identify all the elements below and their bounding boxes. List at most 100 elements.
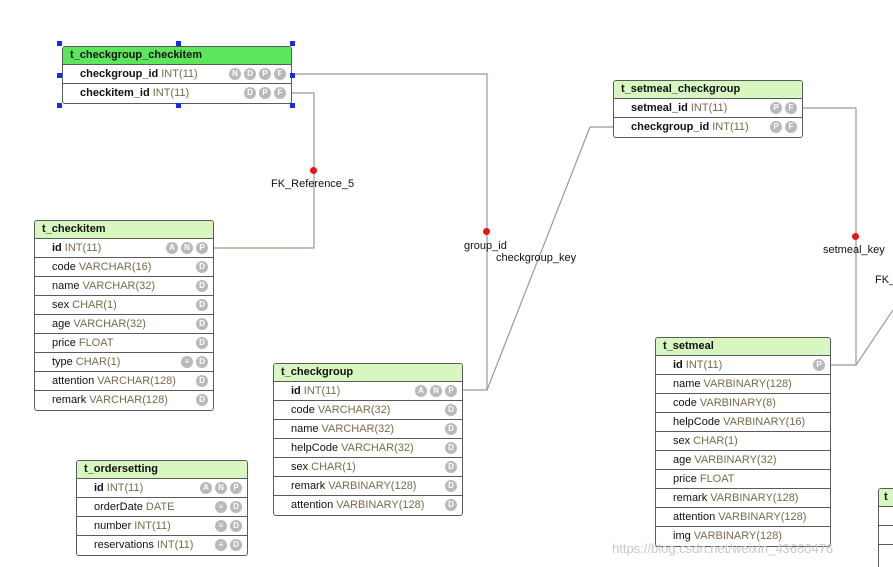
table-row[interactable]: remark VARCHAR(128) D bbox=[35, 391, 213, 410]
table-row[interactable]: price FLOAT bbox=[656, 470, 830, 489]
table-checkgroup-checkitem[interactable]: t_checkgroup_checkitem checkgroup_id INT(… bbox=[62, 46, 292, 104]
connector-partial[interactable] bbox=[855, 309, 893, 366]
table-row[interactable]: age VARBINARY(32) bbox=[656, 451, 830, 470]
flag-badge-icon: N bbox=[181, 242, 193, 254]
table-row[interactable]: code VARBINARY(8) bbox=[656, 394, 830, 413]
flag-badge-icon: D bbox=[196, 318, 208, 330]
column-name: age bbox=[673, 454, 692, 466]
table-row[interactable]: price FLOAT D bbox=[35, 334, 213, 353]
flag-badge-icon: F bbox=[785, 121, 797, 133]
table-checkitem[interactable]: t_checkitem id INT(11) A N Pcode VARCHAR(16) D… bbox=[34, 220, 214, 411]
column-name: reservations bbox=[94, 539, 154, 551]
selection-handle[interactable] bbox=[57, 103, 62, 108]
column-flags: PF bbox=[767, 118, 797, 136]
table-row[interactable]: remark VARBINARY(128) bbox=[656, 489, 830, 508]
table-row[interactable]: name VARCHAR(32) D bbox=[35, 277, 213, 296]
selection-handle[interactable] bbox=[57, 41, 62, 46]
table-row[interactable]: sex CHAR(1) D bbox=[35, 296, 213, 315]
column-name: sex bbox=[52, 299, 70, 311]
column-name: remark bbox=[291, 480, 326, 492]
table-row[interactable]: id INT(11) A N P bbox=[77, 479, 247, 498]
relation-label-partial[interactable]: FK_ bbox=[875, 274, 893, 286]
table-row[interactable]: name VARCHAR(32) D bbox=[274, 420, 462, 439]
table-row[interactable]: remark VARBINARY(128) D bbox=[274, 477, 462, 496]
column-name: id bbox=[52, 242, 62, 254]
table-row[interactable]: code VARCHAR(16) D bbox=[35, 258, 213, 277]
table-title: t_checkgroup_checkitem bbox=[63, 47, 291, 65]
table-row[interactable]: helpCode VARCHAR(32) D bbox=[274, 439, 462, 458]
selection-handle[interactable] bbox=[176, 103, 181, 108]
table-row[interactable]: reservations INT(11) ≡ D bbox=[77, 536, 247, 555]
reference-dot[interactable] bbox=[852, 233, 859, 240]
column-name: sex bbox=[291, 461, 309, 473]
table-row[interactable]: id INT(11) A N P bbox=[35, 239, 213, 258]
table-partial[interactable]: t bbox=[878, 488, 893, 567]
table-row[interactable]: age VARCHAR(32) D bbox=[35, 315, 213, 334]
table-row[interactable]: attention VARCHAR(128) D bbox=[35, 372, 213, 391]
column-type: CHAR(1) bbox=[75, 356, 121, 368]
table-setmeal-checkgroup[interactable]: t_setmeal_checkgroup setmeal_id INT(11) P F… bbox=[613, 80, 803, 138]
column-name: name bbox=[52, 280, 80, 292]
column-name: checkgroup_id bbox=[631, 121, 710, 133]
table-checkgroup[interactable]: t_checkgroup id INT(11) A N Pcode VARCHAR(32)… bbox=[273, 363, 463, 516]
connector-fk-reference-5[interactable] bbox=[213, 92, 315, 249]
connector-group-id[interactable] bbox=[291, 73, 488, 391]
table-row[interactable]: checkgroup_id INT(11) N D P F bbox=[63, 65, 291, 84]
table-row[interactable] bbox=[879, 507, 893, 526]
flag-badge-icon: D bbox=[445, 423, 457, 435]
relation-label-checkgroup-key[interactable]: checkgroup_key bbox=[496, 252, 576, 264]
selection-handle[interactable] bbox=[176, 41, 181, 46]
table-row[interactable]: number INT(11) ≡ D bbox=[77, 517, 247, 536]
column-type: INT(11) bbox=[106, 482, 144, 494]
table-row[interactable]: id INT(11) P bbox=[656, 356, 830, 375]
reference-dot[interactable] bbox=[483, 228, 490, 235]
relation-label-group-id[interactable]: group_id bbox=[464, 240, 507, 252]
selection-handle[interactable] bbox=[57, 73, 62, 78]
column-name: attention bbox=[291, 499, 334, 511]
selection-handle[interactable] bbox=[290, 103, 295, 108]
column-type: INT(11) bbox=[161, 68, 198, 80]
table-row[interactable]: checkgroup_id INT(11) P F bbox=[614, 118, 802, 137]
table-ordersetting[interactable]: t_ordersetting id INT(11) A N PorderDate DATE… bbox=[76, 460, 248, 556]
table-row[interactable] bbox=[879, 526, 893, 545]
column-flags: ≡ D bbox=[212, 517, 242, 535]
flag-badge-icon: D bbox=[196, 299, 208, 311]
column-flags: D bbox=[442, 420, 457, 438]
selection-handle[interactable] bbox=[290, 41, 295, 46]
table-row[interactable]: type CHAR(1) ≡ D bbox=[35, 353, 213, 372]
table-row[interactable]: attention VARBINARY(128) D bbox=[274, 496, 462, 515]
table-row[interactable]: sex CHAR(1) D bbox=[274, 458, 462, 477]
connector-setmeal-key[interactable] bbox=[802, 107, 857, 366]
watermark-text: https://blog.csdn.net/weixin_43660476 bbox=[612, 541, 834, 556]
relation-label-setmeal-key[interactable]: setmeal_key bbox=[823, 244, 885, 256]
column-type: VARBINARY(16) bbox=[723, 416, 806, 428]
column-name: remark bbox=[673, 492, 708, 504]
column-type: FLOAT bbox=[699, 473, 735, 485]
table-row[interactable]: checkitem_id INT(11) D P F bbox=[63, 84, 291, 103]
flag-badge-icon: N bbox=[215, 482, 227, 494]
column-type: VARCHAR(32) bbox=[341, 442, 414, 454]
table-row[interactable]: sex CHAR(1) bbox=[656, 432, 830, 451]
selection-handle[interactable] bbox=[290, 73, 295, 78]
column-flags: ANP bbox=[197, 479, 242, 497]
flag-badge-icon: D bbox=[196, 337, 208, 349]
flag-badge-icon: F bbox=[274, 87, 286, 99]
table-row[interactable]: setmeal_id INT(11) P F bbox=[614, 99, 802, 118]
table-row[interactable]: name VARBINARY(128) bbox=[656, 375, 830, 394]
reference-dot[interactable] bbox=[310, 167, 317, 174]
table-setmeal[interactable]: t_setmeal id INT(11) Pname VARBINARY(128) co… bbox=[655, 337, 831, 547]
column-flags: D bbox=[442, 458, 457, 476]
column-type: FLOAT bbox=[78, 337, 114, 349]
flag-badge-icon: P bbox=[770, 121, 782, 133]
column-type: VARBINARY(128) bbox=[718, 511, 807, 523]
table-row[interactable]: attention VARBINARY(128) bbox=[656, 508, 830, 527]
relation-label-fk-reference-5[interactable]: FK_Reference_5 bbox=[271, 178, 354, 190]
table-row[interactable]: helpCode VARBINARY(16) bbox=[656, 413, 830, 432]
column-flags: DPF bbox=[241, 84, 286, 102]
table-row[interactable] bbox=[879, 545, 893, 564]
flag-badge-icon: D bbox=[196, 356, 208, 368]
table-row[interactable]: orderDate DATE ≡ D bbox=[77, 498, 247, 517]
table-row[interactable]: code VARCHAR(32) D bbox=[274, 401, 462, 420]
column-type: INT(11) bbox=[712, 121, 749, 133]
table-row[interactable]: id INT(11) A N P bbox=[274, 382, 462, 401]
